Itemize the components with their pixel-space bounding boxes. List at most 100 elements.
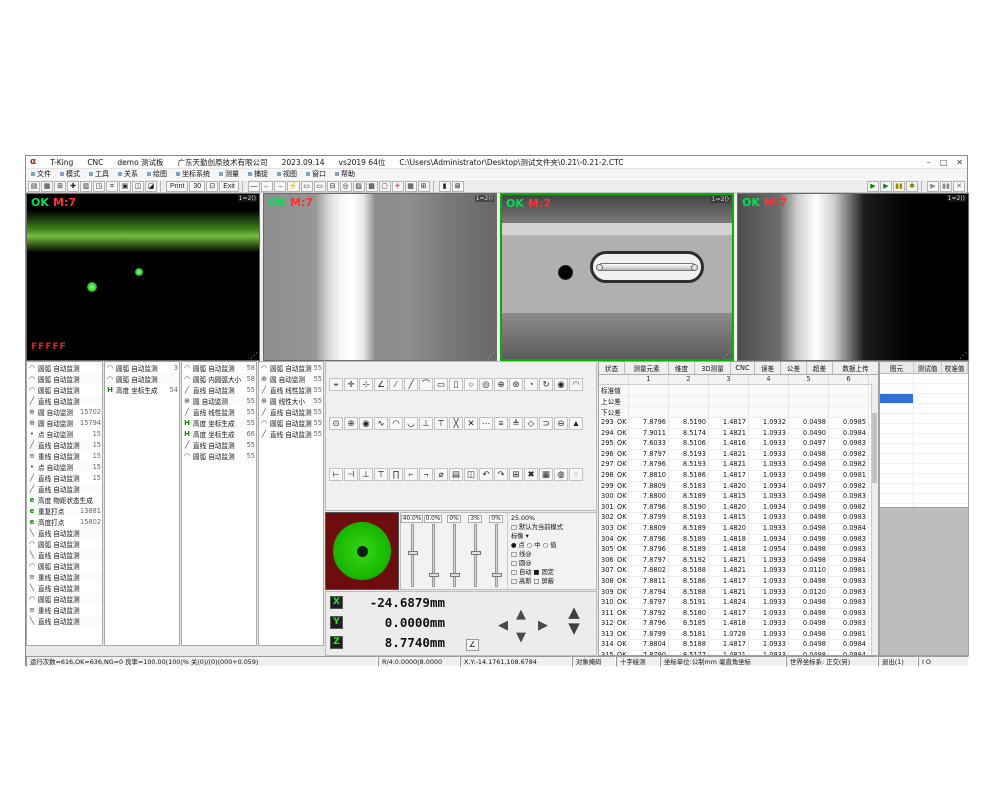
list-item[interactable]: H高度坐标生成66 — [182, 428, 256, 439]
tool-icon[interactable]: ⊢ — [329, 468, 343, 481]
light-slider-4[interactable]: 3% — [467, 515, 483, 587]
list-item[interactable]: ╱直线自动监测15 — [27, 439, 102, 450]
slider-track[interactable] — [453, 524, 456, 587]
jog-right-icon[interactable]: ▶ — [538, 619, 548, 632]
toolbar-button-32[interactable]: ▮ — [439, 181, 451, 192]
tool-icon[interactable]: ⌐ — [404, 468, 418, 481]
toolbar-button-20[interactable]: ⚡ — [287, 181, 300, 192]
tool-icon[interactable]: ∕ — [389, 378, 403, 391]
toolbar-button-41[interactable]: ✕ — [953, 181, 965, 192]
list-item[interactable]: ╱直线线性监测55 — [259, 384, 323, 395]
tool-icon[interactable]: ↻ — [539, 378, 553, 391]
table-row[interactable]: 305OK7.87968.51891.48181.09540.04980.098… — [599, 545, 878, 556]
slider-thumb[interactable] — [429, 573, 439, 577]
toolbar-button-8[interactable]: ▣ — [119, 181, 131, 192]
toolbar-button-36[interactable]: ▮▮ — [893, 181, 905, 192]
slider-thumb[interactable] — [492, 573, 502, 577]
close-button[interactable]: ✕ — [956, 158, 963, 167]
list-item[interactable]: ⊕圆自动监测55 — [182, 395, 256, 406]
table-scrollbar[interactable] — [871, 383, 878, 655]
table-row[interactable]: 314OK7.88048.51881.48171.09330.04980.098… — [599, 640, 878, 651]
toolbar-button-23[interactable]: ⊟ — [327, 181, 339, 192]
tool-icon[interactable]: ◌ — [569, 468, 583, 481]
list-item[interactable]: ◠圆弧自动监测55 — [259, 417, 323, 428]
table-row[interactable]: 311OK7.87928.51801.48171.09330.04980.098… — [599, 609, 878, 620]
toolbar-button-15[interactable]: Exit — [219, 181, 239, 192]
tool-icon[interactable]: ⊣ — [344, 468, 358, 481]
toolbar-button-5[interactable]: ▥ — [80, 181, 92, 192]
table-tab-6[interactable]: 误差 — [755, 362, 781, 374]
slider-thumb[interactable] — [450, 573, 460, 577]
menu-item-7[interactable]: 测量 — [219, 169, 239, 179]
tool-icon[interactable]: ∏ — [389, 468, 403, 481]
tool-icon[interactable]: ◫ — [464, 468, 478, 481]
tool-icon[interactable]: ¬ — [419, 468, 433, 481]
side-row[interactable] — [880, 444, 968, 454]
scrollbar-thumb[interactable] — [872, 413, 877, 483]
menu-item-4[interactable]: 关系 — [118, 169, 138, 179]
list-item[interactable]: H高度坐标生成54 — [105, 384, 179, 395]
tool-icon[interactable]: ⊞ — [509, 468, 523, 481]
control-option-6[interactable]: □ 圆@ — [511, 559, 593, 568]
toolbar-button-3[interactable]: ⊞ — [54, 181, 66, 192]
control-option-8[interactable]: □ 高斯 □ 屏蔽 — [511, 577, 593, 586]
tool-icon[interactable]: ⊖ — [554, 417, 568, 430]
tool-icon[interactable]: ↷ — [494, 468, 508, 481]
jog-z-arrows[interactable]: ▲ ▼ — [564, 604, 584, 646]
tool-icon[interactable]: ◠ — [569, 378, 583, 391]
resize-handle-icon[interactable]: ⋰ — [959, 351, 967, 360]
menu-item-5[interactable]: 绘图 — [147, 169, 167, 179]
list-item[interactable]: ╲直线自动监测 — [27, 615, 102, 626]
tool-icon[interactable]: ⊥ — [359, 468, 373, 481]
list-item[interactable]: ╱直线自动监测55 — [259, 406, 323, 417]
table-tab-4[interactable]: 3D测量 — [695, 362, 731, 374]
status-segment-5[interactable]: 十字绘测 — [616, 656, 660, 667]
table-row[interactable]: 302OK7.87998.51931.48151.09330.04980.098… — [599, 513, 878, 524]
jog-cross-arrows[interactable]: ◀ ▶ ▲ ▼ — [498, 608, 548, 644]
toolbar-button-12[interactable]: Print — [166, 181, 188, 192]
maximize-button[interactable]: □ — [940, 158, 948, 167]
side-row[interactable] — [880, 384, 968, 394]
table-row[interactable]: 310OK7.87978.51911.48241.09330.04980.098… — [599, 598, 878, 609]
table-row[interactable]: 303OK7.88098.51891.48201.09330.04980.098… — [599, 524, 878, 535]
side-row[interactable] — [880, 494, 968, 504]
toolbar-button-22[interactable]: ▭ — [314, 181, 326, 192]
slider-track[interactable] — [474, 524, 477, 587]
list-item[interactable]: ◠圆弧自动监测55 — [182, 450, 256, 461]
tool-icon[interactable]: ○ — [464, 378, 478, 391]
list-item[interactable]: ≡重线自动监测15 — [27, 450, 102, 461]
list-item[interactable]: e重复打点13881 — [27, 505, 102, 516]
slider-thumb[interactable] — [471, 551, 481, 555]
tool-icon[interactable]: ◠ — [389, 417, 403, 430]
list-item[interactable]: ≡重线自动监测 — [27, 571, 102, 582]
table-row[interactable]: 313OK7.87998.51811.07281.09330.04980.098… — [599, 630, 878, 641]
list-item[interactable]: ◠圆弧自动监测3 — [105, 362, 179, 373]
table-tab-8[interactable]: 超差 — [807, 362, 833, 374]
list-item[interactable]: ╲直线自动监测 — [27, 582, 102, 593]
control-option-3[interactable]: 标像 ▾ — [511, 532, 593, 541]
table-fixed-row[interactable]: 上公差 — [599, 396, 878, 407]
list-item[interactable]: ╱直线自动监测 — [27, 395, 102, 406]
table-tab-5[interactable]: CNC — [731, 362, 755, 374]
jog-left-icon[interactable]: ◀ — [498, 619, 508, 632]
toolbar-button-21[interactable]: ▭ — [301, 181, 313, 192]
toolbar-button-1[interactable]: ▤ — [28, 181, 40, 192]
list-item[interactable]: ╱直线自动监测55 — [259, 428, 323, 439]
list-item[interactable]: ◠圆弧自动监测 — [27, 384, 102, 395]
toolbar-button-10[interactable]: ◪ — [145, 181, 157, 192]
list-item[interactable]: ◠圆弧自动监测 — [27, 373, 102, 384]
tool-icon[interactable]: ▲ — [569, 417, 583, 430]
list-item[interactable]: ╱直线线性监测55 — [182, 406, 256, 417]
table-row[interactable]: 312OK7.87968.51851.48181.09330.04980.098… — [599, 619, 878, 630]
table-tab-3[interactable]: 维度 — [669, 362, 695, 374]
list-item[interactable]: ◠圆弧自动监测 — [105, 373, 179, 384]
side-row[interactable] — [880, 464, 968, 474]
list-item[interactable]: ◠圆弧自动监测55 — [259, 362, 323, 373]
camera-view-2[interactable]: OK M:7 1=2() ⋰ — [263, 193, 497, 361]
tool-icon[interactable]: ⋯ — [479, 417, 493, 430]
tool-icon[interactable]: ▤ — [449, 468, 463, 481]
angle-button[interactable]: ∠ — [466, 639, 479, 651]
list-item[interactable]: •点自动监测15 — [27, 461, 102, 472]
tool-icon[interactable]: ◎ — [479, 378, 493, 391]
toolbar-button-19[interactable]: → — [274, 181, 286, 192]
